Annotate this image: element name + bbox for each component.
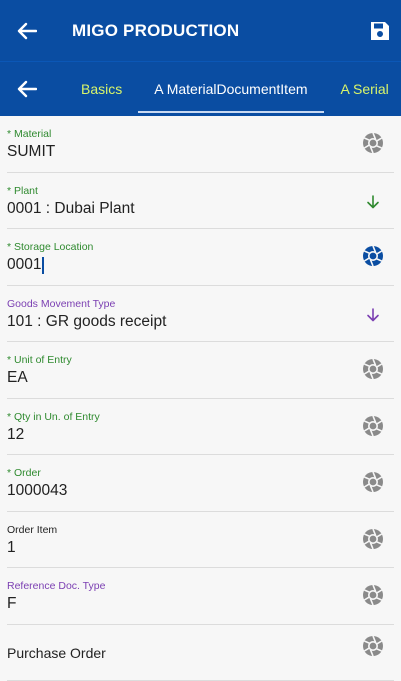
unit-of-entry-field[interactable]: * Unit of Entry EA [7,342,394,399]
order-item-value[interactable]: 1 [7,539,16,557]
unit-of-entry-label: * Unit of Entry [7,354,72,366]
tab-serial[interactable]: A Serial [341,62,389,117]
material-value[interactable]: SUMIT [7,143,55,161]
storage-location-input[interactable]: 0001 [7,256,44,274]
tab-basics[interactable]: Basics [81,62,122,117]
unit-of-entry-value[interactable]: EA [7,369,28,387]
material-field[interactable]: * Material SUMIT [7,116,394,173]
qty-in-unit-of-entry-value[interactable]: 12 [7,426,24,444]
aperture-icon[interactable] [362,528,384,550]
tab-label: A MaterialDocumentItem [154,81,307,97]
aperture-icon[interactable] [362,358,384,380]
order-field[interactable]: * Order 1000043 [7,455,394,512]
aperture-icon[interactable] [362,132,384,154]
aperture-icon[interactable] [362,635,384,657]
goods-movement-type-label: Goods Movement Type [7,298,115,310]
aperture-icon[interactable] [362,471,384,493]
storage-location-value: 0001 [7,256,41,274]
reference-doc-type-label: Reference Doc. Type [7,580,105,592]
reference-doc-type-value[interactable]: F [7,595,16,613]
aperture-icon[interactable] [362,245,384,267]
storage-location-label: * Storage Location [7,241,93,253]
app-header: MIGO PRODUCTION [0,0,401,61]
purchase-order-value[interactable]: Purchase Order [7,645,106,661]
plant-label: * Plant [7,185,38,197]
back-button[interactable] [0,22,54,40]
order-value[interactable]: 1000043 [7,482,67,500]
order-item-field[interactable]: Order Item 1 [7,512,394,569]
arrow-down-icon[interactable] [362,191,384,213]
qty-in-unit-of-entry-label: * Qty in Un. of Entry [7,411,100,423]
arrow-left-icon [17,22,37,40]
goods-movement-type-field[interactable]: Goods Movement Type 101 : GR goods recei… [7,286,394,343]
order-item-label: Order Item [7,524,57,536]
tab-back-button[interactable] [0,80,54,98]
reference-doc-type-field[interactable]: Reference Doc. Type F [7,568,394,625]
material-label: * Material [7,128,51,140]
form: * Material SUMIT * Plant 0001 : Dubai Pl… [0,116,401,681]
purchase-order-field[interactable]: Purchase Order [7,625,394,681]
arrow-left-icon [17,80,37,98]
page-title: MIGO PRODUCTION [72,21,359,41]
aperture-icon[interactable] [362,584,384,606]
save-button[interactable] [359,21,401,41]
arrow-down-icon[interactable] [362,304,384,326]
text-cursor [42,257,44,274]
goods-movement-type-value[interactable]: 101 : GR goods receipt [7,313,166,331]
storage-location-field[interactable]: * Storage Location 0001 [7,229,394,286]
aperture-icon[interactable] [362,415,384,437]
qty-in-unit-of-entry-field[interactable]: * Qty in Un. of Entry 12 [7,399,394,456]
order-label: * Order [7,467,41,479]
plant-value[interactable]: 0001 : Dubai Plant [7,200,135,218]
plant-field[interactable]: * Plant 0001 : Dubai Plant [7,173,394,230]
tab-bar: Basics A MaterialDocumentItem A Serial [0,61,401,116]
save-icon [370,21,390,41]
tab-material-document-item[interactable]: A MaterialDocumentItem [154,62,307,117]
active-tab-indicator [138,111,323,113]
